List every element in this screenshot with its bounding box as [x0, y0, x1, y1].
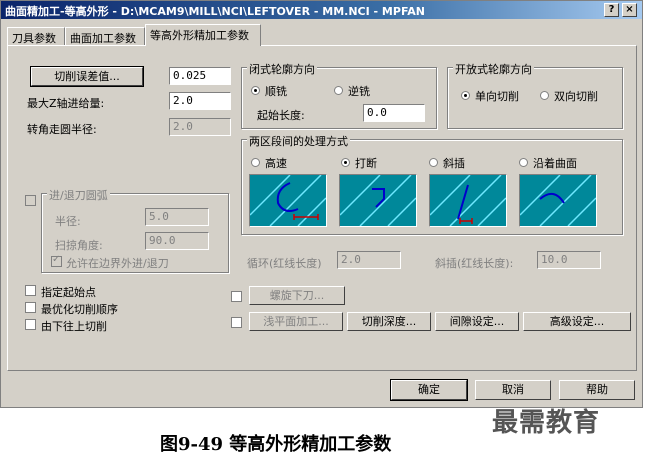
tab-contour-finish-params[interactable]: 等高外形精加工参数 [145, 24, 261, 46]
optimize-order-checkbox[interactable] [25, 302, 36, 313]
high-speed-preview[interactable] [249, 174, 327, 227]
watermark: 最需教育 [492, 408, 601, 438]
start-length-label: 起始长度: [257, 109, 305, 122]
one-way-radio[interactable] [461, 91, 470, 100]
shallow-checkbox[interactable] [231, 317, 242, 328]
gap-ramp-radio[interactable] [429, 158, 438, 167]
entry-arc-title: 进/退刀圆弧 [47, 187, 110, 203]
tolerance-input[interactable]: 0.025 [169, 67, 231, 85]
climb-radio[interactable] [251, 86, 260, 95]
tab-surface-params[interactable]: 曲面加工参数 [65, 27, 145, 45]
gap-high-speed-radio[interactable] [251, 158, 260, 167]
entry-arc-checkbox[interactable] [25, 195, 36, 206]
start-length-input[interactable]: 0.0 [363, 104, 425, 122]
shallow-button[interactable]: 浅平面加工... [249, 312, 343, 331]
gap-break-radio[interactable] [341, 158, 350, 167]
loop-length-label: 循环(红线长度) [247, 257, 322, 270]
gap-follow-surface-radio[interactable] [519, 158, 528, 167]
ok-button[interactable]: 确定 [390, 379, 468, 401]
window-title: 曲面精加工-等高外形 - D:\MCAM9\MILL\NCI\LEFTOVER … [5, 5, 425, 18]
gap-ramp-label: 斜插 [443, 157, 465, 170]
climb-label: 顺铣 [265, 85, 287, 98]
cancel-button[interactable]: 取消 [475, 380, 551, 400]
two-way-radio[interactable] [540, 91, 549, 100]
advanced-settings-button[interactable]: 高级设定... [523, 312, 631, 331]
title-bar[interactable]: 曲面精加工-等高外形 - D:\MCAM9\MILL\NCI\LEFTOVER … [1, 1, 642, 19]
gap-settings-button[interactable]: 间隙设定... [435, 312, 519, 331]
help-button[interactable]: 帮助 [559, 380, 635, 400]
arc-sweep-label: 扫掠角度: [55, 239, 103, 252]
tolerance-button[interactable]: 切削误差值... [30, 66, 144, 87]
allow-outside-boundary-label: 允许在边界外进/退刀 [66, 257, 169, 270]
bottom-up-checkbox[interactable] [25, 319, 36, 330]
gap-handling-title: 两区段间的处理方式 [247, 133, 350, 149]
corner-radius-input[interactable]: 2.0 [169, 118, 231, 136]
ramp-preview[interactable] [429, 174, 507, 227]
follow-surface-preview[interactable] [519, 174, 597, 227]
ramp-length-label: 斜插(红线长度): [435, 257, 514, 270]
max-z-step-input[interactable]: 2.0 [169, 92, 231, 110]
helix-checkbox[interactable] [231, 291, 242, 302]
ramp-length-input[interactable]: 10.0 [537, 251, 601, 269]
allow-outside-boundary-checkbox[interactable] [51, 254, 62, 267]
optimize-order-label: 最优化切削顺序 [41, 303, 118, 316]
loop-length-input[interactable]: 2.0 [337, 251, 401, 269]
corner-radius-label: 转角走圆半径: [27, 123, 97, 136]
conventional-radio[interactable] [334, 86, 343, 95]
open-contour-title: 开放式轮廓方向 [453, 61, 534, 77]
one-way-label: 单向切削 [475, 90, 519, 103]
closed-contour-title: 闭式轮廓方向 [247, 61, 317, 77]
arc-radius-label: 半径: [55, 215, 81, 228]
max-z-step-label: 最大Z轴进给量: [27, 97, 105, 110]
start-point-label: 指定起始点 [41, 286, 96, 299]
start-point-checkbox[interactable] [25, 285, 36, 296]
two-way-label: 双向切削 [554, 90, 598, 103]
helix-button[interactable]: 螺旋下刀... [249, 286, 345, 305]
tab-tool-params[interactable]: 刀具参数 [7, 27, 65, 45]
gap-break-label: 打断 [355, 157, 377, 170]
arc-radius-input[interactable]: 5.0 [145, 208, 209, 226]
help-title-button[interactable]: ? [604, 3, 619, 17]
conventional-label: 逆铣 [348, 85, 370, 98]
gap-high-speed-label: 高速 [265, 157, 287, 170]
cut-depth-button[interactable]: 切削深度... [347, 312, 431, 331]
arc-sweep-input[interactable]: 90.0 [145, 232, 209, 250]
close-button[interactable]: × [622, 3, 637, 17]
figure-caption: 图9-49 等高外形精加工参数 [160, 434, 392, 455]
gap-follow-surface-label: 沿着曲面 [533, 157, 577, 170]
break-preview[interactable] [339, 174, 417, 227]
bottom-up-label: 由下往上切削 [41, 320, 107, 333]
dialog-window: 曲面精加工-等高外形 - D:\MCAM9\MILL\NCI\LEFTOVER … [0, 0, 643, 408]
